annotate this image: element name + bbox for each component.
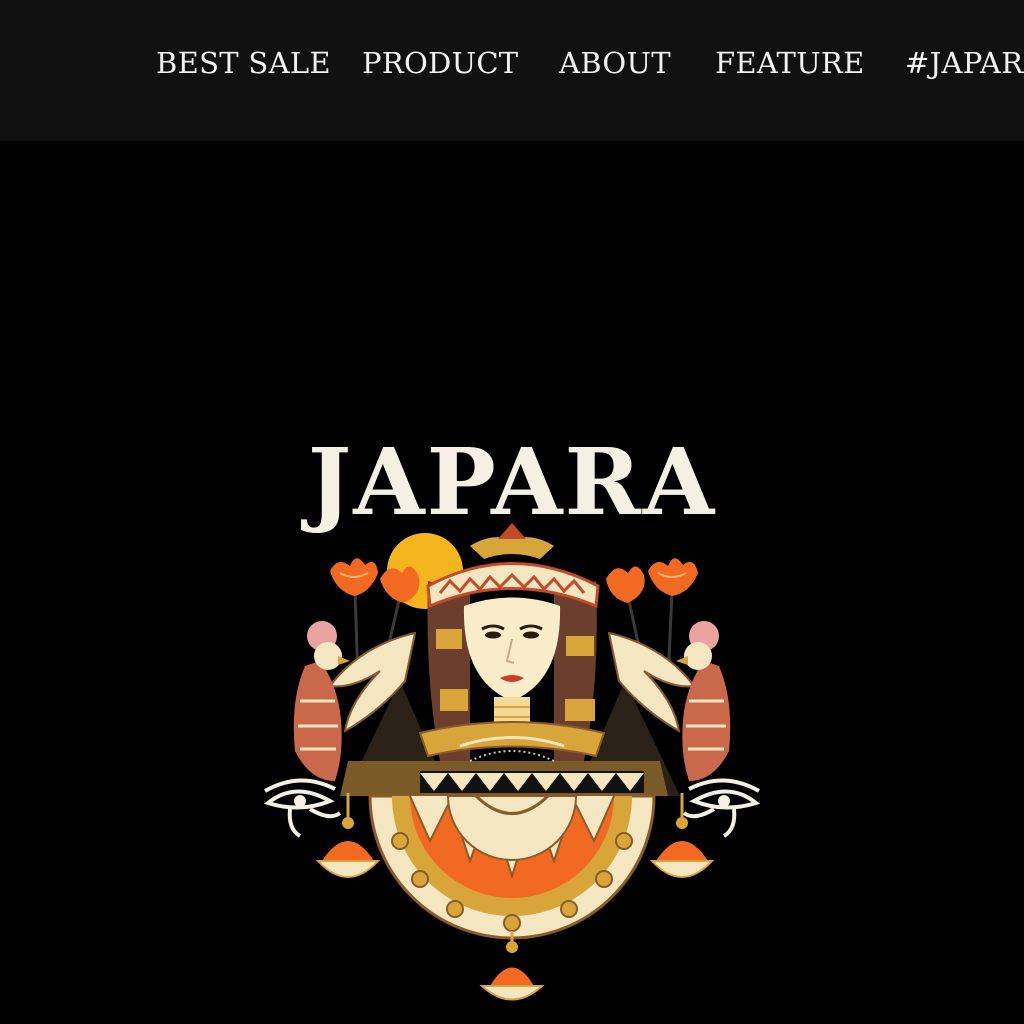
nav-link-hashtag-japara[interactable]: #JAPARA bbox=[905, 44, 1024, 82]
zigzag-band bbox=[420, 771, 644, 793]
sun-emblem-disc bbox=[368, 794, 656, 940]
nav-link-product[interactable]: PRODUCT bbox=[362, 44, 518, 82]
brand-wordmark: JAPARA bbox=[301, 428, 717, 536]
brand-emblem: JAPARA bbox=[263, 428, 761, 1001]
nav-link-about[interactable]: ABOUT bbox=[559, 44, 671, 82]
page: BEST SALE PRODUCT ABOUT FEATURE #JAPARA … bbox=[0, 0, 1024, 1024]
pendant-ornament bbox=[479, 931, 545, 1001]
hero-banner: JAPARA bbox=[0, 141, 1024, 1024]
eye-of-horus-icon bbox=[682, 778, 761, 838]
top-navigation-bar: BEST SALE PRODUCT ABOUT FEATURE #JAPARA bbox=[0, 0, 1024, 141]
eye-of-horus-icon bbox=[263, 778, 342, 838]
nav-link-feature[interactable]: FEATURE bbox=[715, 44, 865, 82]
nav-link-best-sale[interactable]: BEST SALE bbox=[156, 44, 331, 82]
